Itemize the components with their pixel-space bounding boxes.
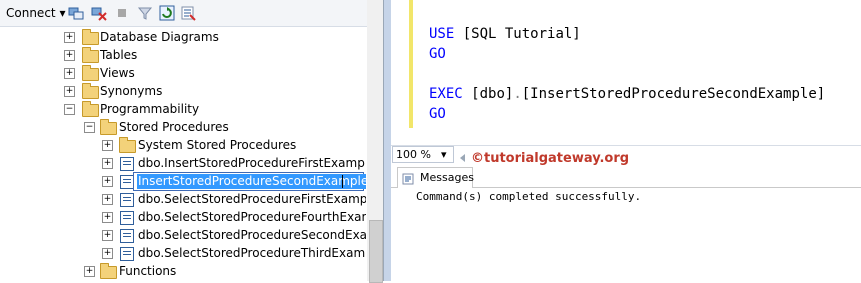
stored-procedure-icon [120, 157, 134, 171]
code-line: USE [SQL Tutorial] [429, 24, 581, 44]
tree-item-label: Tables [100, 48, 138, 62]
punctuation: . [513, 86, 522, 102]
stored-procedure-icon [120, 247, 134, 261]
identifier: [InsertStoredProcedureSecondExample] [521, 86, 826, 102]
keyword: GO [429, 46, 446, 62]
tree-item-label: Synonyms [100, 84, 163, 98]
tree-item-views[interactable]: + Views [0, 64, 366, 82]
connect-button[interactable]: Connect ▾ [6, 0, 65, 26]
folder-icon [119, 137, 136, 153]
tree-item-database-diagrams[interactable]: + Database Diagrams [0, 28, 366, 46]
stop-icon[interactable] [114, 5, 130, 21]
tree-item-label: Programmability [100, 102, 200, 116]
code-line: EXEC [dbo].[InsertStoredProcedureSecondE… [429, 84, 825, 104]
watermark: ©tutorialgateway.org [471, 151, 630, 166]
tree-item-label: System Stored Procedures [138, 138, 297, 152]
tree-item-system-stored-procedures[interactable]: + System Stored Procedures [0, 136, 366, 154]
tree-item-stored-procedures[interactable]: − Stored Procedures [0, 118, 366, 136]
editor-splitter[interactable] [384, 0, 391, 281]
tree-item-label: dbo.SelectStoredProcedureThirdExample [138, 246, 366, 260]
zoom-value: 100 % [396, 148, 431, 161]
connect-label: Connect [6, 6, 56, 20]
keyword: USE [429, 26, 455, 42]
folder-icon [100, 119, 117, 135]
expand-plus-icon[interactable]: + [64, 68, 75, 79]
folder-icon [82, 29, 99, 45]
disconnect-icon[interactable] [91, 5, 107, 21]
tree-item-label: dbo.SelectStoredProcedureSecondExample [138, 228, 366, 242]
expand-plus-icon[interactable]: + [102, 158, 113, 169]
rename-input[interactable]: InsertStoredProcedureSecondExample [133, 172, 366, 191]
stored-procedure-icon [120, 175, 134, 189]
stored-procedure-icon [120, 193, 134, 207]
folder-icon [82, 101, 99, 117]
tree-item-label: Database Diagrams [100, 30, 219, 44]
expand-plus-icon[interactable]: + [102, 230, 113, 241]
messages-output: Command(s) completed successfully. [416, 190, 642, 203]
tree-item-label: dbo.SelectStoredProcedureFirstExample [138, 192, 366, 206]
folder-icon [82, 47, 99, 63]
keyword: EXEC [429, 86, 463, 102]
collapse-minus-icon[interactable]: − [64, 104, 75, 115]
tree-item-functions[interactable]: + Functions [0, 262, 366, 280]
scroll-left-indicator[interactable] [458, 148, 468, 162]
scrollbar-thumb[interactable] [369, 220, 383, 283]
tab-label: Messages [420, 171, 474, 184]
code-line: GO [429, 104, 446, 124]
folder-icon [100, 263, 117, 279]
keyword: GO [429, 106, 446, 122]
expand-plus-icon[interactable]: + [102, 248, 113, 259]
tree-item-label: Stored Procedures [119, 120, 229, 134]
tree-item-label: Functions [119, 264, 177, 278]
tree-item-label: dbo.InsertStoredProcedureFirstExample [138, 156, 366, 170]
expand-plus-icon[interactable]: + [64, 32, 75, 43]
script-icon[interactable] [180, 5, 196, 21]
stored-procedure-icon [120, 229, 134, 243]
tree-item-stored-procedure[interactable]: + dbo.SelectStoredProcedureFourthExample [0, 208, 366, 226]
refresh-icon[interactable] [159, 5, 175, 21]
expand-plus-icon[interactable]: + [84, 266, 95, 277]
zoom-select[interactable]: 100 % ▾ [392, 146, 454, 163]
expand-plus-icon[interactable]: + [102, 140, 113, 151]
tree-item-synonyms[interactable]: + Synonyms [0, 82, 366, 100]
tree-item-stored-procedure[interactable]: + dbo.SelectStoredProcedureThirdExample [0, 244, 366, 262]
expand-plus-icon[interactable]: + [64, 86, 75, 97]
identifier: [dbo] [471, 86, 514, 102]
object-explorer-toolbar: Connect ▾ [0, 0, 383, 27]
code-line: GO [429, 44, 446, 64]
tree-item-tables[interactable]: + Tables [0, 46, 366, 64]
filter-icon[interactable] [137, 5, 153, 21]
tree-item-stored-procedure[interactable]: + dbo.InsertStoredProcedureFirstExample [0, 154, 366, 172]
expand-plus-icon[interactable]: + [102, 176, 113, 187]
expand-plus-icon[interactable]: + [102, 194, 113, 205]
tree-item-label: Views [100, 66, 135, 80]
identifier: [SQL Tutorial] [462, 26, 581, 42]
tree-item-stored-procedure[interactable]: + dbo.SelectStoredProcedureFirstExample [0, 190, 366, 208]
sql-editor[interactable]: USE [SQL Tutorial] GO EXEC [dbo].[Insert… [413, 0, 861, 145]
connect-object-explorer-icon[interactable] [68, 5, 84, 21]
rename-selected-text: InsertStoredProcedureSecondExample [137, 174, 366, 189]
collapse-minus-icon[interactable]: − [84, 122, 95, 133]
messages-icon [402, 172, 414, 185]
chevron-down-icon[interactable]: ▾ [59, 6, 65, 20]
expand-plus-icon[interactable]: + [64, 50, 75, 61]
text-cursor [342, 175, 343, 188]
tree-item-programmability[interactable]: − Programmability [0, 100, 366, 118]
tree-item-stored-procedure[interactable]: + dbo.SelectStoredProcedureSecondExample [0, 226, 366, 244]
folder-icon [82, 65, 99, 81]
tab-messages[interactable]: Messages [397, 167, 474, 188]
folder-icon [82, 83, 99, 99]
object-explorer-tree: + Database Diagrams + Tables + Views + S… [0, 27, 366, 281]
chevron-down-icon[interactable]: ▾ [441, 147, 447, 162]
stored-procedure-icon [120, 211, 134, 225]
tree-item-stored-procedure-renaming[interactable]: + InsertStoredProcedureSecondExample [0, 172, 366, 191]
expand-plus-icon[interactable]: + [102, 212, 113, 223]
tree-item-label: dbo.SelectStoredProcedureFourthExample [138, 210, 366, 224]
